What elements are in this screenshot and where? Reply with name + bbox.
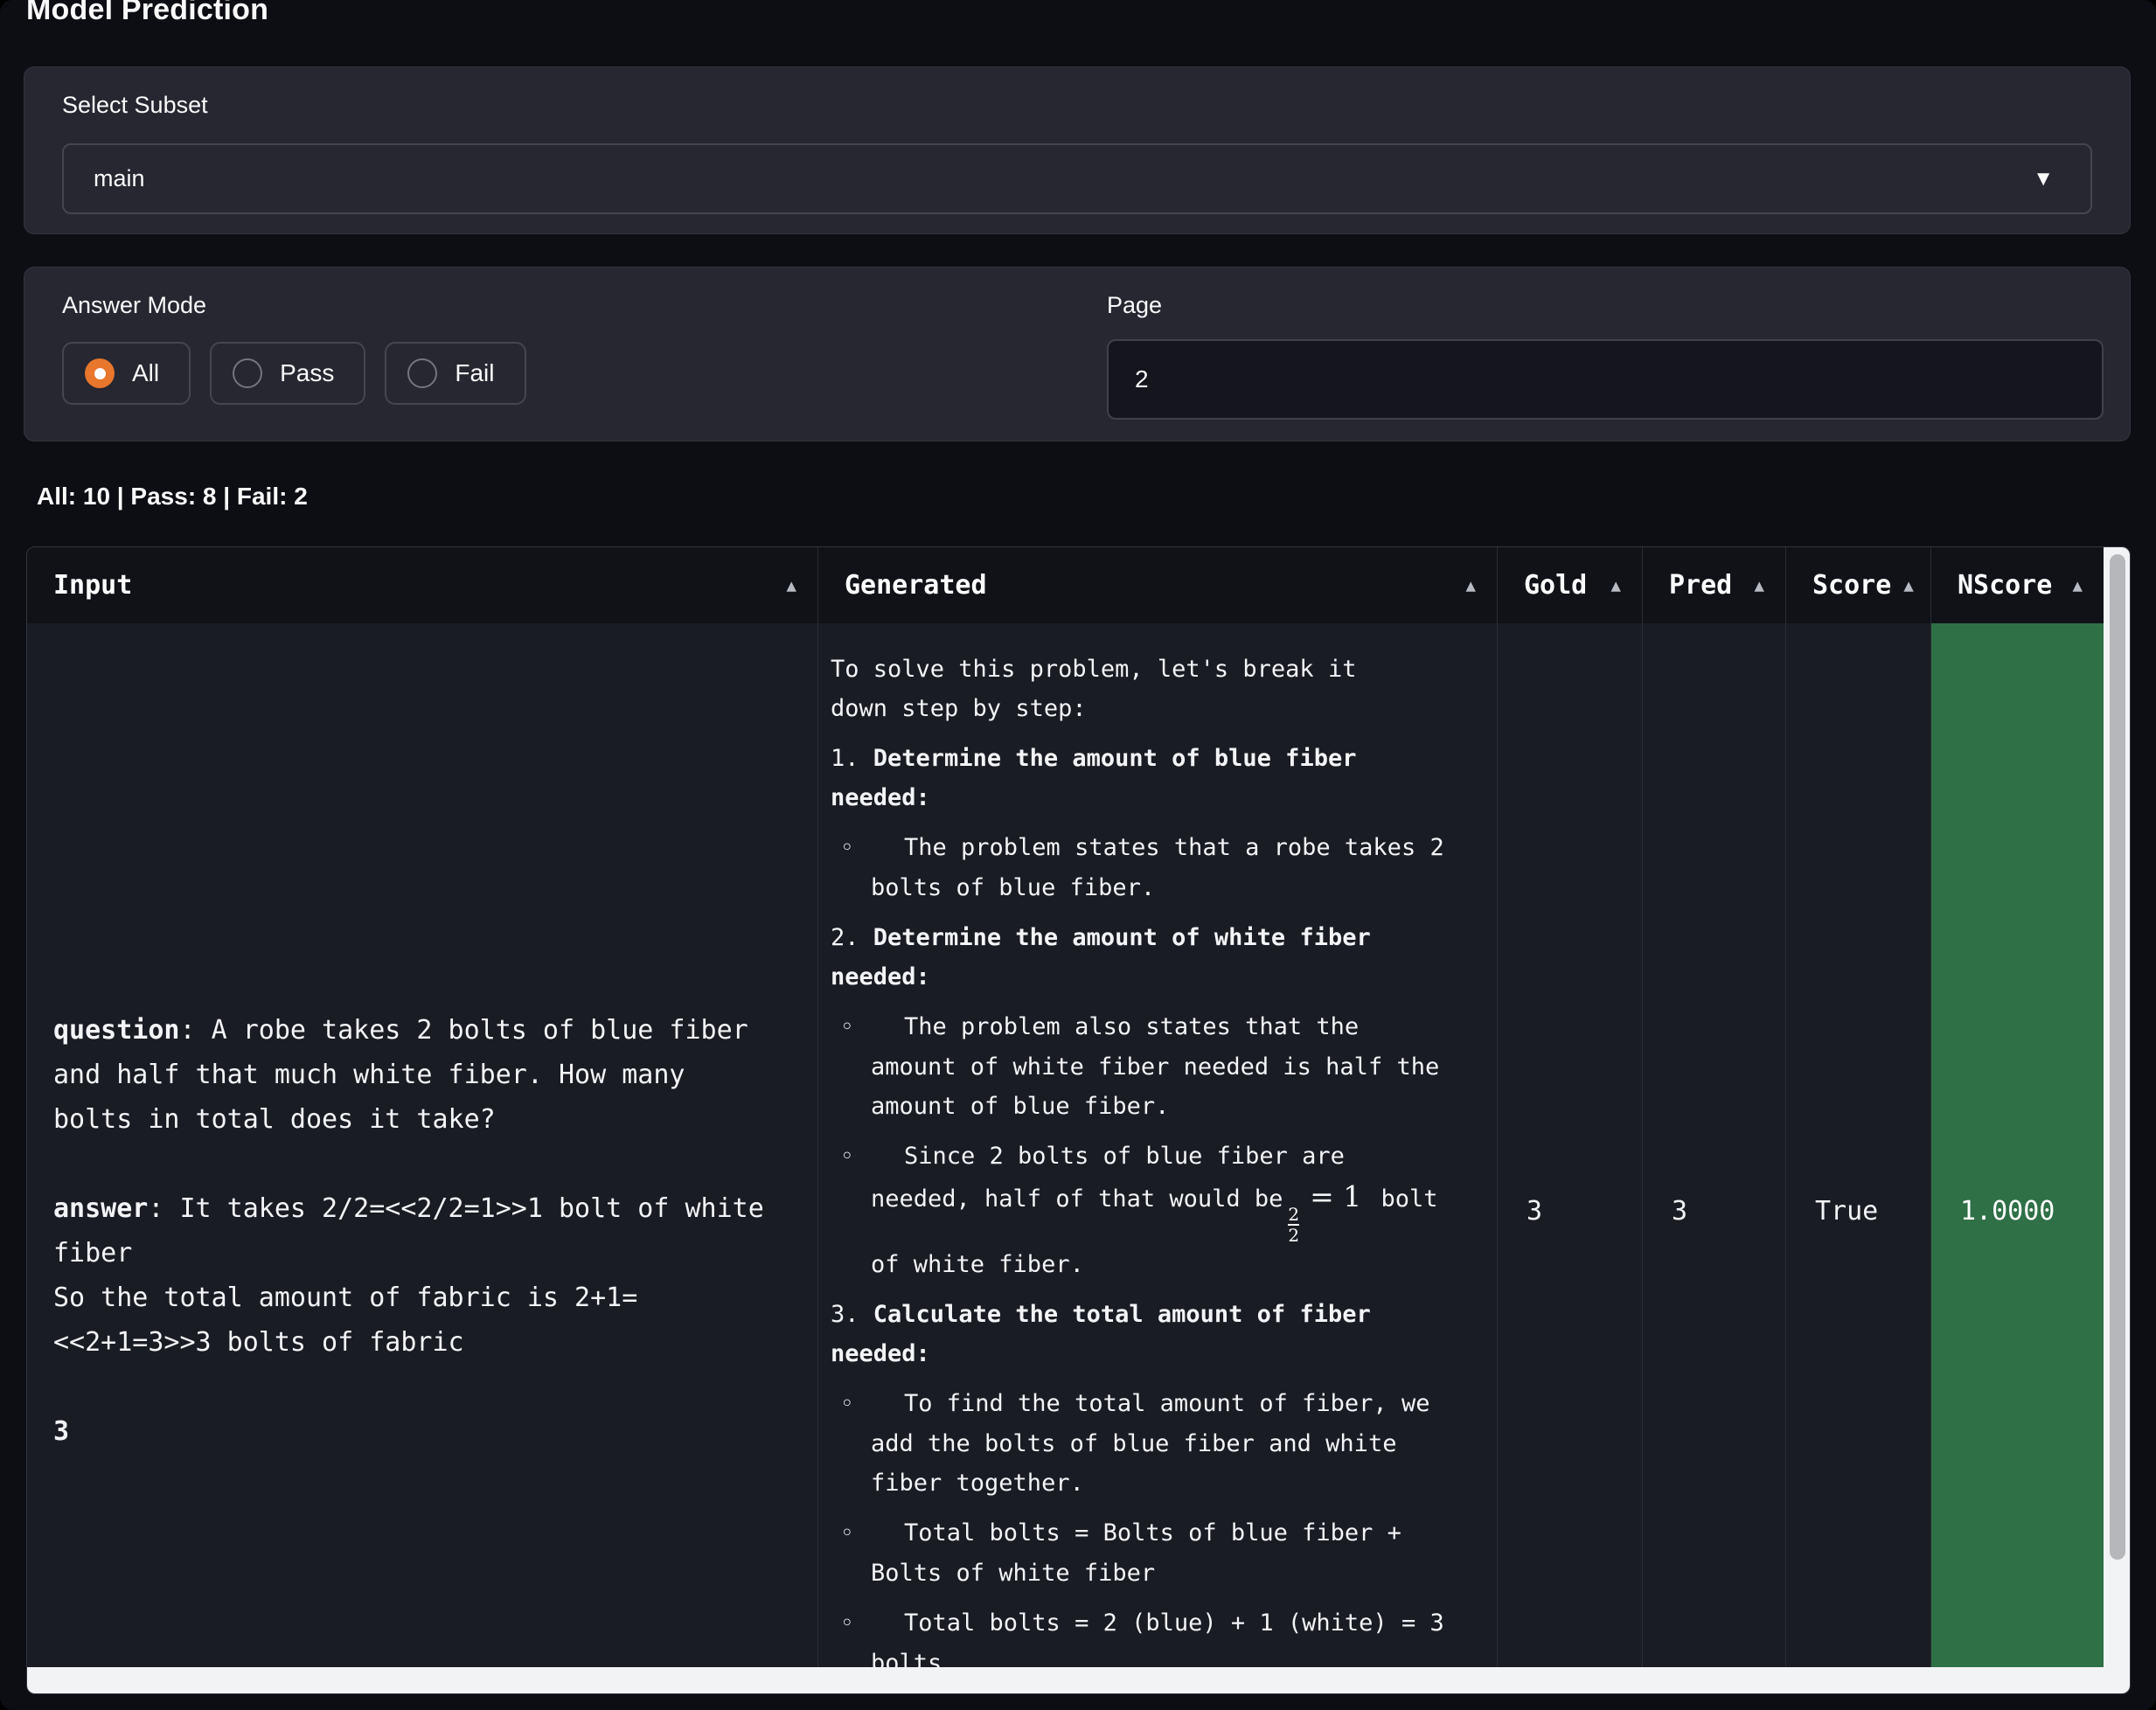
- math-equals-one: = 1: [1310, 1179, 1361, 1213]
- sort-ascending-icon: ▲: [1599, 576, 1621, 595]
- cell-score: True: [1786, 623, 1931, 1667]
- answer-mode-label: Answer Mode: [62, 292, 206, 319]
- subset-label: Select Subset: [62, 92, 208, 119]
- sort-ascending-icon: ▲: [775, 576, 796, 595]
- column-header-generated[interactable]: Generated ▲: [818, 547, 1498, 623]
- generated-step-title: 3. Calculate the total amount of fiber n…: [831, 1295, 1481, 1373]
- app-root: Model Prediction Select Subset main ▼ An…: [0, 0, 2156, 1710]
- vertical-scrollbar[interactable]: [2104, 547, 2131, 1667]
- math-fraction: 22: [1288, 1206, 1299, 1245]
- bullet-icon: ◦: [840, 1604, 904, 1644]
- sort-ascending-icon: ▲: [2061, 576, 2083, 595]
- page-title: Model Prediction: [26, 0, 268, 27]
- horizontal-scrollbar[interactable]: [27, 1667, 2131, 1694]
- column-header-score[interactable]: Score ▲: [1786, 547, 1931, 623]
- subset-selected-value: main: [94, 165, 145, 192]
- bullet-icon: ◦: [840, 1385, 904, 1424]
- cell-generated: To solve this problem, let's break it do…: [818, 623, 1498, 1667]
- sort-ascending-icon: ▲: [1454, 576, 1476, 595]
- cell-gold: 3: [1498, 623, 1643, 1667]
- prediction-table: Input ▲ Generated ▲ Gold ▲ Pred ▲ Score …: [26, 546, 2131, 1694]
- vertical-scrollbar-thumb[interactable]: [2110, 554, 2125, 1560]
- generated-bullet-with-math: ◦Since 2 bolts of blue fiber are needed,…: [831, 1137, 1481, 1284]
- radio-fail[interactable]: Fail: [385, 342, 525, 405]
- chevron-down-icon: ▼: [2033, 169, 2054, 190]
- subset-select[interactable]: main ▼: [62, 143, 2092, 214]
- radio-fail-label: Fail: [455, 359, 494, 387]
- column-header-input[interactable]: Input ▲: [27, 547, 818, 623]
- bullet-icon: ◦: [840, 1514, 904, 1554]
- radio-pass[interactable]: Pass: [210, 342, 365, 405]
- page-label: Page: [1107, 292, 1162, 319]
- radio-unselected-icon: [407, 358, 437, 388]
- cell-pred: 3: [1643, 623, 1786, 1667]
- subset-panel: Select Subset main ▼: [24, 66, 2131, 234]
- generated-intro: To solve this problem, let's break it do…: [831, 650, 1481, 728]
- radio-pass-label: Pass: [280, 359, 334, 387]
- radio-all-label: All: [132, 359, 159, 387]
- input-text: question: A robe takes 2 bolts of blue f…: [53, 1008, 800, 1454]
- column-header-pred[interactable]: Pred ▲: [1643, 547, 1786, 623]
- column-header-gold[interactable]: Gold ▲: [1498, 547, 1643, 623]
- page-input[interactable]: [1107, 339, 2104, 420]
- generated-bullet: ◦Total bolts = 2 (blue) + 1 (white) = 3 …: [831, 1603, 1481, 1667]
- result-summary: All: 10 | Pass: 8 | Fail: 2: [37, 483, 308, 511]
- column-header-nscore[interactable]: NScore ▲: [1931, 547, 2104, 623]
- generated-bullet: ◦The problem also states that the amount…: [831, 1007, 1481, 1126]
- radio-all[interactable]: All: [62, 342, 191, 405]
- bullet-icon: ◦: [840, 829, 904, 868]
- answer-mode-radiogroup: All Pass Fail: [62, 342, 526, 405]
- generated-bullet: ◦The problem states that a robe takes 2 …: [831, 828, 1481, 907]
- input-final-answer: 3: [53, 1416, 69, 1447]
- radio-unselected-icon: [233, 358, 262, 388]
- bullet-icon: ◦: [840, 1008, 904, 1047]
- generated-bullet: ◦To find the total amount of fiber, we a…: [831, 1384, 1481, 1503]
- controls-panel: Answer Mode All Pass Fail Page: [24, 267, 2131, 441]
- generated-bullet: ◦Total bolts = Bolts of blue fiber + Bol…: [831, 1513, 1481, 1593]
- generated-step-title: 2. Determine the amount of white fiber n…: [831, 918, 1481, 997]
- radio-selected-icon: [85, 358, 115, 388]
- cell-input: question: A robe takes 2 bolts of blue f…: [27, 623, 818, 1667]
- generated-step-title: 1. Determine the amount of blue fiber ne…: [831, 739, 1481, 817]
- cell-nscore: 1.0000: [1931, 623, 2104, 1667]
- bullet-icon: ◦: [840, 1137, 904, 1177]
- sort-ascending-icon: ▲: [1891, 576, 1913, 595]
- sort-ascending-icon: ▲: [1742, 576, 1764, 595]
